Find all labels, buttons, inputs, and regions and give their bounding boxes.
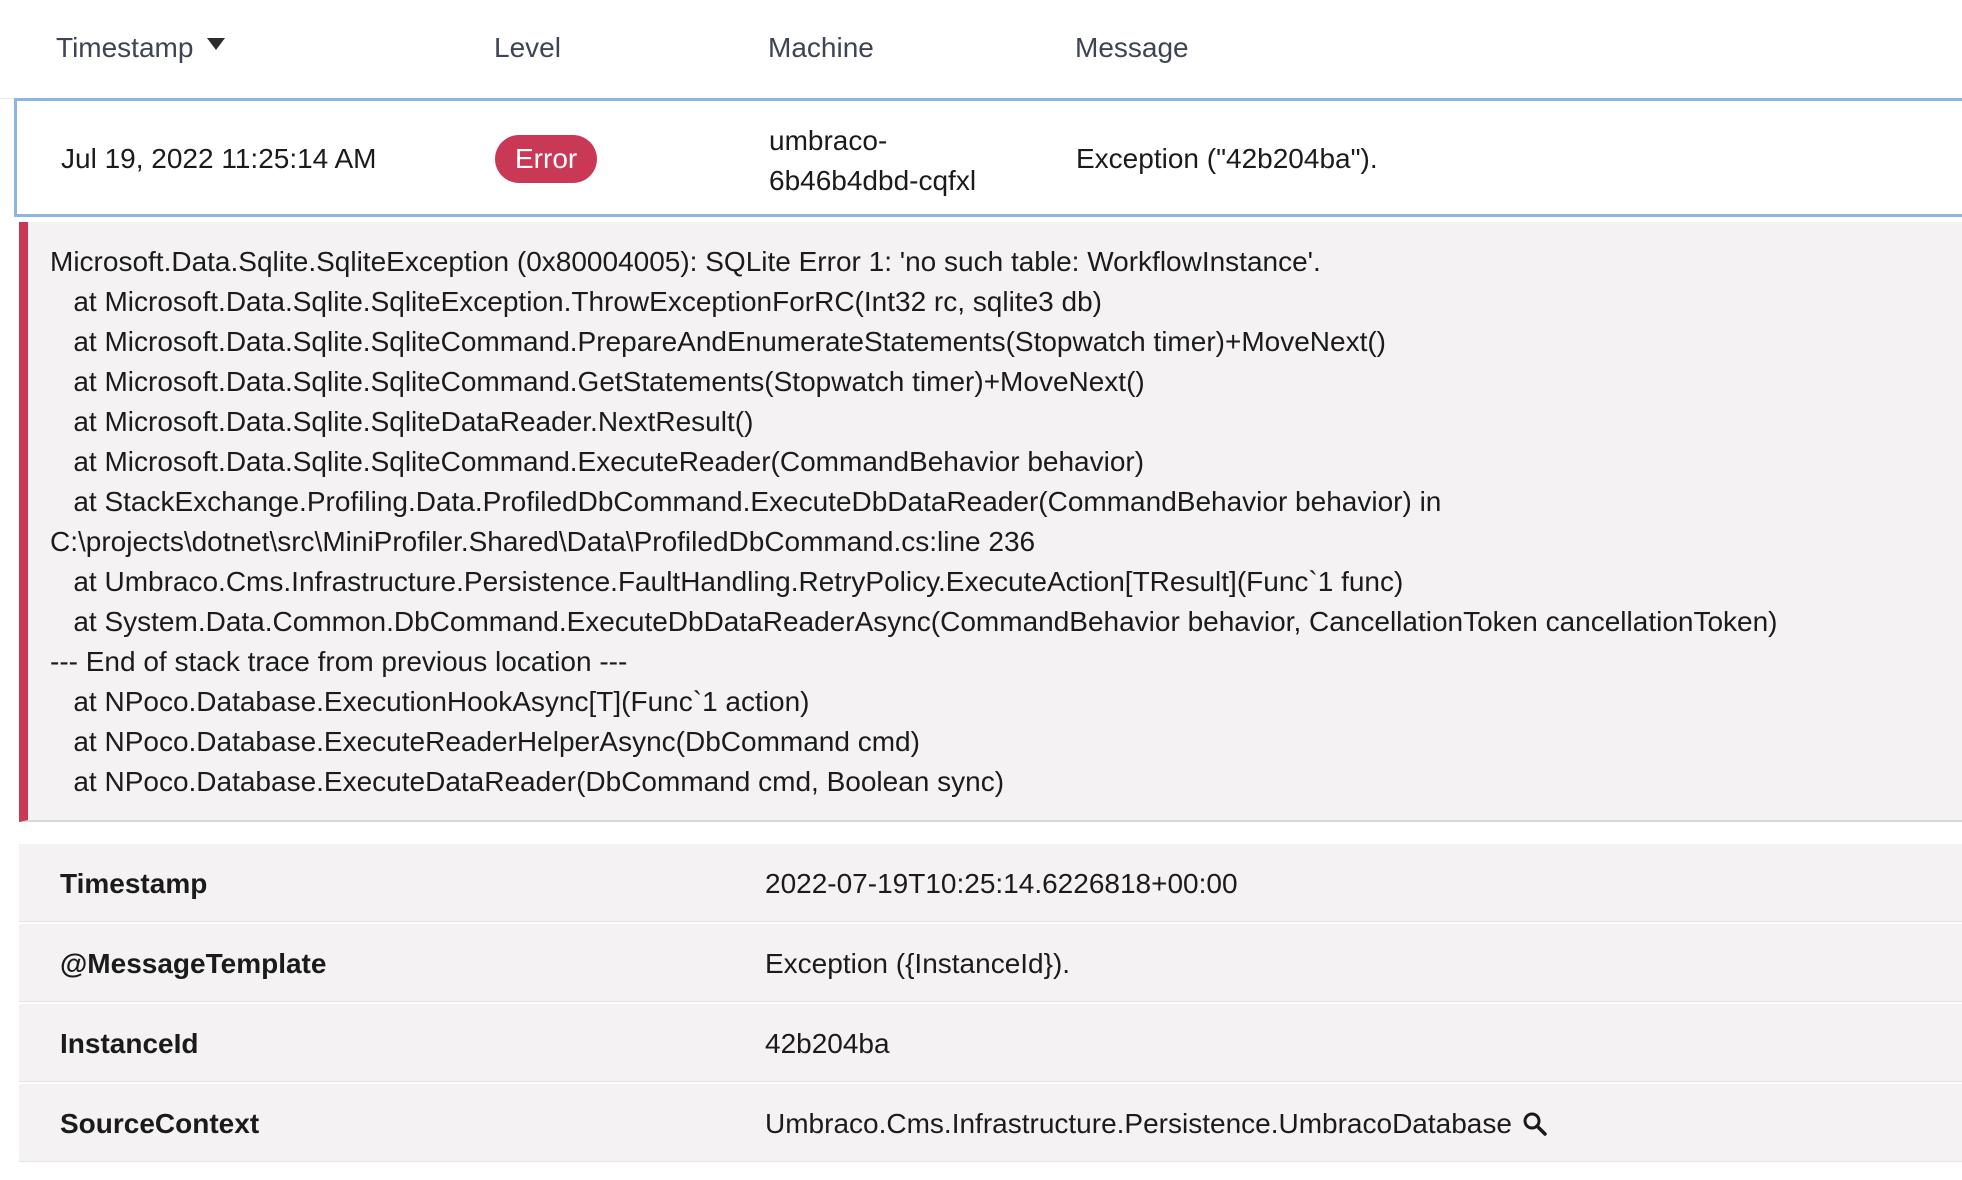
exception-stack-trace: Microsoft.Data.Sqlite.SqliteException (0…: [50, 242, 1952, 802]
stack-trace-line: Microsoft.Data.Sqlite.SqliteException (0…: [50, 246, 1321, 277]
column-header-level-label: Level: [494, 32, 561, 63]
column-header-machine-label: Machine: [768, 32, 874, 63]
log-viewer: Timestamp Level Machine Message Jul 19, …: [0, 0, 1962, 1180]
column-header-message-label: Message: [1075, 32, 1189, 63]
stack-trace-line: C:\projects\dotnet\src\MiniProfiler.Shar…: [50, 526, 1036, 557]
stack-trace-line: at Microsoft.Data.Sqlite.SqliteCommand.E…: [50, 446, 1145, 477]
stack-trace-line: at StackExchange.Profiling.Data.Profiled…: [50, 486, 1442, 517]
log-entry-machine-line2: 6b46b4dbd-cqfxl: [769, 165, 977, 196]
property-value: 42b204ba: [765, 1024, 890, 1064]
column-header-level: Level: [494, 30, 561, 66]
property-name: InstanceId: [60, 1028, 199, 1059]
column-header-timestamp[interactable]: Timestamp: [56, 30, 226, 66]
property-name: @MessageTemplate: [60, 948, 327, 979]
stack-trace-line: at Microsoft.Data.Sqlite.SqliteCommand.G…: [50, 366, 1145, 397]
property-value: Umbraco.Cms.Infrastructure.Persistence.U…: [765, 1104, 1548, 1144]
property-row: SourceContext Umbraco.Cms.Infrastructure.…: [19, 1082, 1962, 1162]
log-entry-message: Exception ("42b204ba").: [1076, 143, 1378, 174]
stack-trace-line: at NPoco.Database.ExecutionHookAsync[T](…: [50, 686, 810, 717]
stack-trace-line: at NPoco.Database.ExecuteReaderHelperAsy…: [50, 726, 920, 757]
property-value-text: 42b204ba: [765, 1028, 890, 1059]
stack-trace-line: --- End of stack trace from previous loc…: [50, 646, 628, 677]
log-entry-machine: umbraco- 6b46b4dbd-cqfxl: [769, 121, 976, 201]
property-row: InstanceId 42b204ba: [19, 1002, 1962, 1082]
property-value-text: Umbraco.Cms.Infrastructure.Persistence.U…: [765, 1108, 1512, 1139]
level-badge-error: Error: [495, 135, 598, 183]
search-icon[interactable]: [1522, 1111, 1548, 1137]
table-header: Timestamp Level Machine Message: [0, 0, 1962, 99]
stack-trace-line: at Microsoft.Data.Sqlite.SqliteDataReade…: [50, 406, 754, 437]
column-header-message: Message: [1075, 30, 1189, 66]
stack-trace-line: at System.Data.Common.DbCommand.ExecuteD…: [50, 606, 1778, 637]
log-entry-timestamp: Jul 19, 2022 11:25:14 AM: [61, 143, 377, 174]
property-value-text: 2022-07-19T10:25:14.6226818+00:00: [765, 868, 1238, 899]
stack-trace-line: at Microsoft.Data.Sqlite.SqliteCommand.P…: [50, 326, 1387, 357]
property-value: Exception ({InstanceId}).: [765, 944, 1070, 984]
column-header-machine: Machine: [768, 30, 874, 66]
log-entry-row[interactable]: Jul 19, 2022 11:25:14 AM Error umbraco- …: [14, 98, 1962, 217]
sort-caret-down-icon[interactable]: [207, 38, 226, 50]
stack-trace-line: at Umbraco.Cms.Infrastructure.Persistenc…: [50, 566, 1404, 597]
property-name: Timestamp: [60, 868, 208, 899]
property-name: SourceContext: [60, 1108, 260, 1139]
properties-table: Timestamp 2022-07-19T10:25:14.6226818+00:…: [19, 842, 1962, 1162]
property-row: Timestamp 2022-07-19T10:25:14.6226818+00:…: [19, 842, 1962, 922]
column-header-timestamp-label: Timestamp: [56, 32, 194, 63]
stack-trace-line: at NPoco.Database.ExecuteDataReader(DbCo…: [50, 766, 1005, 797]
stack-trace-line: at Microsoft.Data.Sqlite.SqliteException…: [50, 286, 1102, 317]
property-value: 2022-07-19T10:25:14.6226818+00:00: [765, 864, 1238, 904]
exception-details: Microsoft.Data.Sqlite.SqliteException (0…: [19, 222, 1962, 822]
log-entry-machine-line1: umbraco-: [769, 125, 888, 156]
property-row: @MessageTemplate Exception ({InstanceId})…: [19, 922, 1962, 1002]
property-value-text: Exception ({InstanceId}).: [765, 948, 1071, 979]
